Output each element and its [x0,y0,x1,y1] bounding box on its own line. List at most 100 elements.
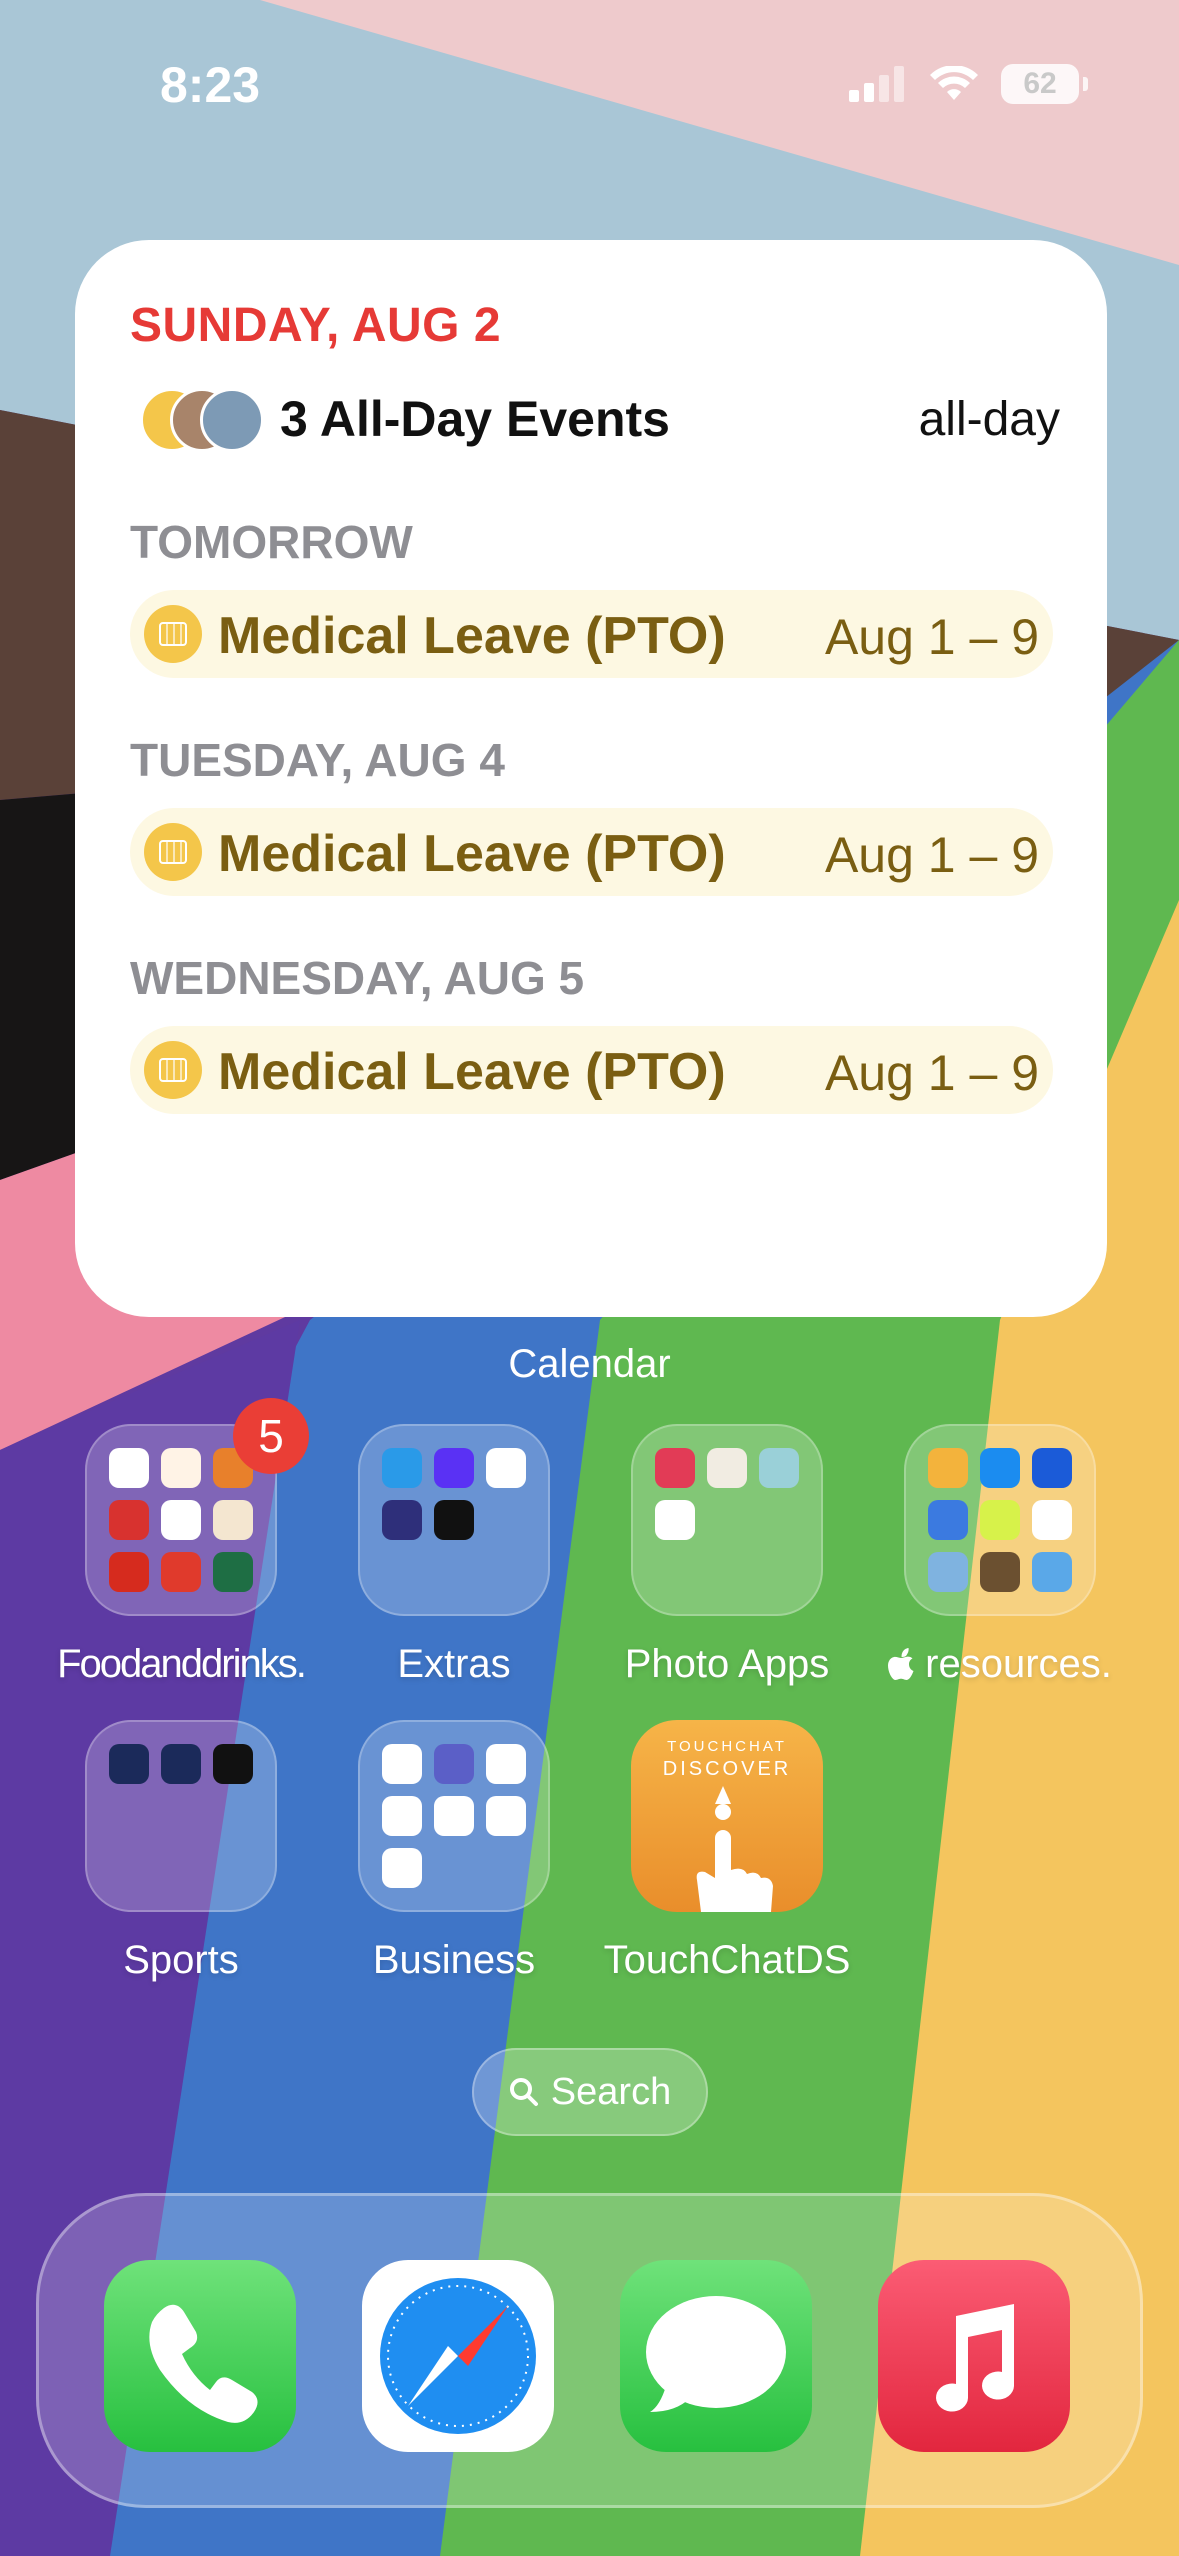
contacts-icon [434,1796,474,1836]
all-day-events-row[interactable]: 3 All-Day Events all-day [140,380,1060,460]
messages-icon [646,2296,786,2412]
pollo-loco-icon [161,1448,201,1488]
section-label-tuesday: TUESDAY, AUG 4 [130,734,505,786]
event-name: Medical Leave (PTO) [218,1043,726,1101]
onenote-icon [382,1848,422,1888]
sf-icon [928,1552,968,1592]
safari-icon [380,2278,536,2434]
my-oasis-icon [382,1500,422,1540]
hbo-max-icon [434,1500,474,1540]
app-label: Sports [123,1938,239,1982]
music-icon [936,2304,1014,2412]
widget-date-heading: SUNDAY, AUG 2 [130,299,502,352]
calendar-widget[interactable]: SUNDAY, AUG 2 3 All-Day Events all-day T… [75,240,1107,1317]
retro-camera-icon [707,1448,747,1488]
phone-app[interactable] [104,2260,296,2452]
app-label: TouchChatDS [603,1938,851,1982]
onedrive-icon [486,1744,526,1784]
box-icon [928,1448,968,1488]
app-store-icon [980,1448,1020,1488]
event-row[interactable]: Medical Leave (PTO) Aug 1 – 9 [130,1026,1053,1114]
app-label-text: resources. [914,1642,1112,1686]
google-drive-icon [382,1796,422,1836]
folder-photo-apps[interactable]: Photo Apps [592,1424,862,1687]
apple-logo-icon [888,1648,914,1680]
event-row[interactable]: Medical Leave (PTO) Aug 1 – 9 [130,590,1053,678]
music-app[interactable] [878,2260,1070,2452]
todo-icon [486,1796,526,1836]
app-label: Foodanddrinks. [57,1642,307,1686]
safari-app[interactable] [362,2260,554,2452]
event-name: Medical Leave (PTO) [218,825,726,883]
folder-icon: 5 [85,1398,309,1616]
bluesky-icon [382,1744,422,1784]
nba-icon [213,1744,253,1784]
wifi-icon [930,66,978,100]
folder-food-and-drinks[interactable]: 5 Foodanddrinks. [46,1398,316,1687]
event-range: Aug 1 – 9 [824,609,1039,665]
clock: 8:23 [160,57,261,113]
event-range: Aug 1 – 9 [824,1045,1039,1101]
notification-badge: 5 [233,1398,309,1474]
wendys-icon [161,1500,201,1540]
burger-king-icon [213,1500,253,1540]
touchchat-icon: TOUCHCHAT DISCOVER [631,1720,823,1912]
event-icons-stack [140,388,270,452]
shop-icon [434,1448,474,1488]
folder-icon [358,1720,550,1912]
phone-icon [149,2304,258,2423]
music-note-icon [382,1448,422,1488]
dock [36,2193,1143,2508]
simulator-icon [928,1500,968,1540]
85c-icon [109,1500,149,1540]
gift-icon [200,388,264,452]
apple-developer-icon [1032,1448,1072,1488]
app-label: Photo Apps [624,1642,830,1686]
search-button[interactable]: Search [472,2048,708,2136]
mlb-icon [161,1744,201,1784]
mcdonalds-icon [109,1552,149,1592]
starbucks-icon [213,1552,253,1592]
widget-caption: Calendar [508,1342,671,1386]
calendar-icon [144,1041,202,1099]
event-row[interactable]: Medical Leave (PTO) Aug 1 – 9 [130,808,1053,896]
folder-extras[interactable]: Extras [319,1424,589,1687]
sf-symbols-icon [1032,1500,1072,1540]
search-icon [509,2078,538,2106]
youtube-icon [486,1448,526,1488]
preview-icon [1032,1552,1072,1592]
search-label: Search [550,2070,672,2113]
app-label: Extras [397,1642,511,1686]
section-label-tomorrow: TOMORROW [130,516,413,568]
calendar-icon [144,823,202,881]
app-label: resources. [865,1642,1135,1687]
all-day-events-title: 3 All-Day Events [280,391,670,447]
folder-business[interactable]: Business [319,1720,589,1983]
section-label-wednesday: WEDNESDAY, AUG 5 [130,952,585,1004]
calendar-icon [144,605,202,663]
teams-icon [434,1744,474,1784]
folder-icon [904,1424,1096,1616]
folder-icon [631,1424,823,1616]
pointing-hand-icon [696,1786,773,1912]
folder-apple-resources[interactable]: resources. [865,1424,1135,1687]
all-day-label: all-day [918,393,1060,446]
video-icon [655,1500,695,1540]
event-range: Aug 1 – 9 [824,827,1039,883]
battery-icon: 62 [1001,64,1088,104]
accessibility-icon [980,1500,1020,1540]
nfl-icon [109,1744,149,1784]
b612-icon [759,1448,799,1488]
app-touchchat[interactable]: TOUCHCHAT DISCOVER TouchChatDS [592,1720,862,1983]
cellular-signal-icon [849,66,904,102]
device-icon [980,1552,1020,1592]
status-bar: 8:23 62 [0,0,1179,170]
folder-icon [358,1424,550,1616]
jollibee-icon [161,1552,201,1592]
app-label: Business [372,1938,536,1982]
event-name: Medical Leave (PTO) [218,607,726,665]
camera-app-icon [655,1448,695,1488]
messages-app[interactable] [620,2260,812,2452]
dunkin-icon [109,1448,149,1488]
folder-sports[interactable]: Sports [46,1720,316,1983]
